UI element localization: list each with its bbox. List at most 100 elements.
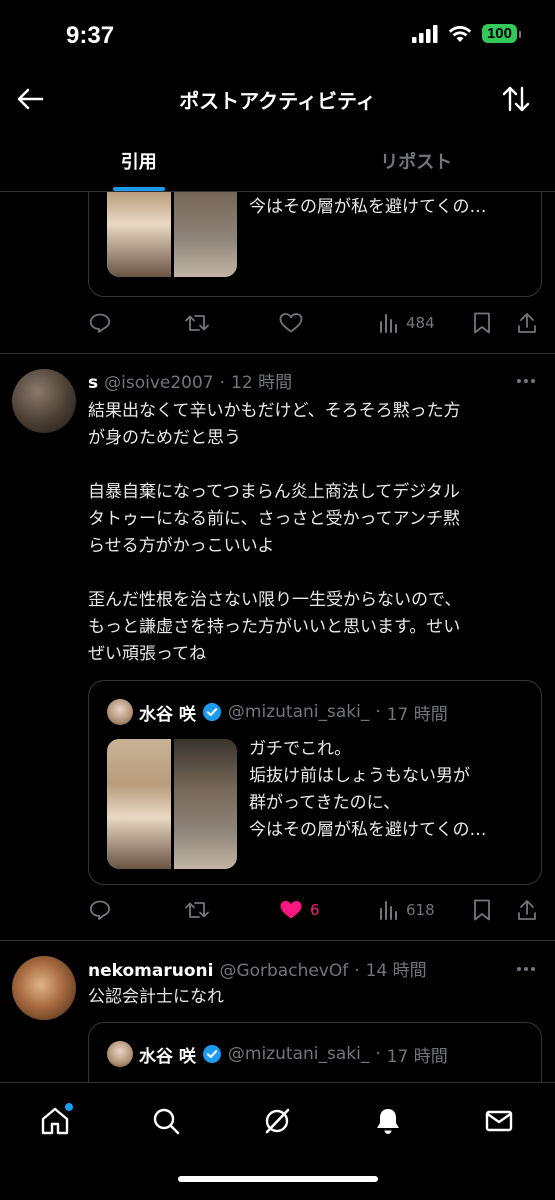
like-button[interactable]: 6	[278, 895, 320, 925]
header: ポストアクティビティ	[0, 68, 555, 130]
avatar[interactable]	[12, 369, 76, 433]
like-count: 6	[310, 901, 320, 919]
battery-indicator: 100	[481, 24, 522, 43]
repost-icon	[185, 315, 209, 331]
search-icon	[153, 1108, 180, 1135]
reply-button[interactable]	[88, 308, 112, 338]
more-options-button[interactable]	[511, 959, 541, 979]
dot	[531, 967, 535, 971]
quoted-post-time: 17 時間	[386, 704, 448, 725]
reply-button[interactable]	[88, 895, 112, 925]
dot	[524, 379, 528, 383]
dot	[517, 379, 521, 383]
share-button[interactable]	[516, 308, 538, 338]
status-bar: 9:37 100	[0, 0, 555, 68]
post-time-dot: ·	[354, 961, 360, 981]
quoted-post-time: 17 時間	[386, 1046, 448, 1067]
quoted-post[interactable]: 水谷 咲 @mizutani_saki_ · 17 時間	[88, 1022, 542, 1082]
dot	[524, 967, 528, 971]
status-icons: 100	[411, 24, 522, 43]
quoted-author-handle: @mizutani_saki_	[227, 1044, 370, 1064]
views-button[interactable]: 484	[378, 308, 435, 338]
nav-search[interactable]	[146, 1101, 186, 1141]
divider	[0, 353, 555, 354]
sort-button[interactable]	[499, 82, 533, 116]
quoted-media[interactable]	[107, 192, 237, 277]
bell-icon	[377, 1109, 399, 1134]
photo	[173, 192, 237, 277]
nav-home[interactable]	[35, 1101, 75, 1141]
reply-icon	[89, 900, 111, 920]
quoted-post-header: 水谷 咲 @mizutani_saki_ · 17 時間	[107, 699, 448, 725]
author-handle[interactable]: @isoive2007	[104, 373, 214, 393]
post-header: nekomaruoni @GorbachevOf · 14 時間	[88, 956, 427, 981]
bookmark-button[interactable]	[472, 895, 492, 925]
signal-icon	[411, 24, 438, 43]
repost-icon	[185, 902, 209, 918]
nav-messages[interactable]	[479, 1101, 519, 1141]
quoted-post[interactable]: 水谷 咲 @mizutani_saki_ · 17 時間 ガチでこれ。 垢抜け前…	[88, 680, 542, 885]
post-time: 14 時間	[365, 961, 427, 981]
quoted-time-dot: ·	[375, 702, 381, 722]
wifi-icon	[448, 25, 472, 42]
heart-icon	[279, 313, 303, 333]
page-title: ポストアクティビティ	[179, 89, 376, 113]
post-actions: 484	[88, 308, 543, 338]
quoted-text: ガチでこれ。 垢抜け前はしょうもない男が 群がってきたのに、 今はその層が私を避…	[249, 739, 487, 840]
post-header: s @isoive2007 · 12 時間	[88, 368, 292, 393]
mail-icon	[485, 1110, 513, 1132]
repost-button[interactable]	[184, 308, 210, 338]
tab-bar: 引用 リポスト	[0, 130, 555, 192]
repost-button[interactable]	[184, 895, 210, 925]
share-icon	[518, 900, 536, 920]
verified-badge-icon	[202, 1045, 221, 1063]
share-button[interactable]	[516, 895, 538, 925]
photo	[107, 739, 171, 869]
bar-chart-icon	[380, 901, 397, 920]
views-count: 484	[406, 314, 435, 332]
verified-badge-icon	[202, 703, 221, 721]
dot	[531, 379, 535, 383]
bookmark-icon	[474, 312, 490, 334]
post-text: 結果出なくて辛いかもだけど、そろそろ黙った方 が身のためだと思う 自暴自棄になっ…	[88, 401, 462, 664]
bookmark-button[interactable]	[472, 308, 492, 338]
nav-notifications[interactable]	[368, 1101, 408, 1141]
notification-dot	[65, 1103, 73, 1111]
bottom-nav	[0, 1082, 555, 1200]
bar-chart-icon	[380, 314, 397, 333]
heart-filled-icon	[280, 901, 302, 919]
grok-icon	[265, 1108, 290, 1134]
more-options-button[interactable]	[511, 371, 541, 391]
nav-grok[interactable]	[257, 1101, 297, 1141]
divider	[0, 940, 555, 941]
post-actions: 6 618	[88, 895, 543, 925]
quoted-avatar	[107, 699, 133, 725]
share-icon	[518, 313, 536, 333]
quoted-author-handle: @mizutani_saki_	[227, 702, 370, 722]
quoted-post[interactable]: 垢抜け前はしょうもない男が 群がってきたのに、 今はその層が私を避けてくの…	[88, 192, 542, 297]
quoted-author-name: 水谷 咲	[139, 1046, 196, 1067]
tab-reposts[interactable]: リポスト	[278, 130, 555, 191]
photo	[173, 739, 237, 869]
dot	[517, 967, 521, 971]
tab-quotes[interactable]: 引用	[0, 130, 278, 191]
bookmark-icon	[474, 899, 490, 921]
author-name[interactable]: s	[88, 373, 98, 393]
post-time-dot: ·	[219, 373, 226, 393]
post-text: 公認会計士になれ	[88, 987, 224, 1007]
like-button[interactable]	[278, 308, 304, 338]
quoted-post-header: 水谷 咲 @mizutani_saki_ · 17 時間	[107, 1041, 448, 1067]
author-handle[interactable]: @GorbachevOf	[219, 961, 348, 981]
quoted-time-dot: ·	[375, 1044, 381, 1064]
quoted-avatar	[107, 1041, 133, 1067]
photo	[107, 192, 171, 277]
tab-reposts-label: リポスト	[380, 151, 453, 173]
status-time: 9:37	[66, 22, 115, 49]
home-indicator	[178, 1176, 378, 1182]
quoted-text: 垢抜け前はしょうもない男が 群がってきたのに、 今はその層が私を避けてくの…	[249, 197, 487, 217]
sort-arrows-icon	[502, 86, 530, 112]
avatar[interactable]	[12, 956, 76, 1020]
author-name[interactable]: nekomaruoni	[88, 961, 213, 981]
quoted-media[interactable]	[107, 739, 237, 869]
views-button[interactable]: 618	[378, 895, 435, 925]
